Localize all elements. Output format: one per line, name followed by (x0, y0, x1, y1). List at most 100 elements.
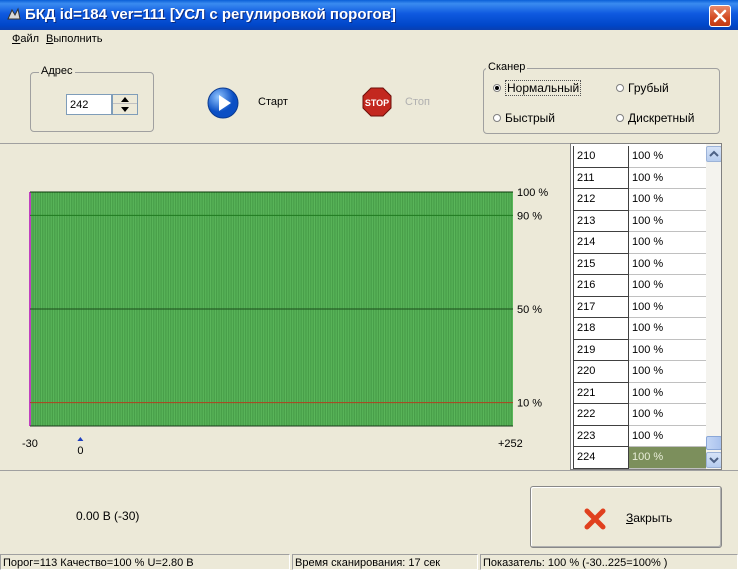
table-scrollbar[interactable] (706, 144, 721, 469)
table-cell-index: 210 (573, 146, 629, 168)
table-cell-value[interactable]: 100 % (629, 232, 709, 254)
svg-text:STOP: STOP (365, 98, 389, 108)
table-row[interactable]: 215 100 % (571, 253, 709, 275)
radio-coarse-label: Грубый (628, 81, 669, 95)
chart-y-tick-label: 10 % (517, 398, 542, 410)
status-indicator: Показатель: 100 % (-30..225=100% ) (480, 554, 738, 570)
table-row[interactable]: 212 100 % (571, 189, 709, 211)
table-row[interactable]: 218 100 % (571, 318, 709, 340)
chart-y-tick-label: 90 % (517, 210, 542, 222)
table-row[interactable]: 211 100 % (571, 167, 709, 189)
table-cell-index: 218 (573, 318, 629, 340)
close-button-label: Закрыть (626, 511, 673, 525)
table-cell-index: 219 (573, 339, 629, 361)
menu-file[interactable]: Файл (12, 33, 39, 45)
table-cell-value[interactable]: 100 % (629, 275, 709, 297)
table-cell-value[interactable]: 100 % (629, 404, 709, 426)
table-cell-index: 221 (573, 382, 629, 404)
table-row[interactable]: 213 100 % (571, 210, 709, 232)
table-row[interactable]: 217 100 % (571, 296, 709, 318)
table-cell-value[interactable]: 100 % (629, 425, 709, 447)
radio-normal-label: Нормальный (505, 80, 582, 96)
table-cell-value[interactable]: 100 % (629, 382, 709, 404)
window-close-button[interactable] (709, 5, 731, 27)
scrollbar-thumb[interactable] (706, 436, 721, 450)
status-scan-time: Время сканирования: 17 сек (292, 554, 478, 570)
table-row[interactable]: 216 100 % (571, 275, 709, 297)
radio-fast[interactable]: Быстрый (493, 110, 555, 126)
table-cell-value[interactable]: 100 % (629, 253, 709, 275)
table-cell-value[interactable]: 100 % (629, 146, 709, 168)
table-cell-index: 224 (573, 447, 629, 469)
table-cell-index: 216 (573, 275, 629, 297)
table-cell-value[interactable]: 100 % (629, 189, 709, 211)
radio-indicator (493, 84, 501, 92)
radio-fast-label: Быстрый (505, 111, 555, 125)
values-table[interactable]: 210 100 % 211 100 % 212 100 % 213 100 % 214 100 %… (570, 143, 722, 470)
radio-coarse[interactable]: Грубый (616, 80, 669, 96)
table-cell-index: 223 (573, 425, 629, 447)
chart-panel: 100 % 90 % 50 % 10 % -30 +252 0 (0, 143, 570, 470)
stop-icon[interactable]: STOP (361, 86, 393, 118)
table-cell-index: 213 (573, 210, 629, 232)
app-icon (7, 7, 21, 20)
spin-down-button[interactable] (113, 105, 137, 114)
arrow-up-icon (121, 97, 129, 102)
status-threshold: Порог=113 Качество=100 % U=2.80 В (0, 554, 290, 570)
table-cell-index: 222 (573, 404, 629, 426)
stop-button[interactable]: Стоп (405, 96, 430, 108)
address-group-label: Адрес (39, 65, 75, 77)
radio-discrete-label: Дискретный (628, 111, 695, 125)
table-cell-index: 214 (573, 232, 629, 254)
scroll-up-button[interactable] (706, 146, 721, 162)
play-icon[interactable] (207, 87, 239, 119)
table-row[interactable]: 221 100 % (571, 382, 709, 404)
chevron-down-icon (709, 457, 719, 464)
title-bar: БКД id=184 ver=111 [УСЛ с регулировкой п… (0, 0, 738, 30)
table-cell-index: 220 (573, 361, 629, 383)
table-cell-value[interactable]: 100 % (629, 447, 709, 469)
table-cell-value[interactable]: 100 % (629, 361, 709, 383)
table-cell-index: 212 (573, 189, 629, 211)
red-x-icon (584, 508, 606, 530)
table-cell-value[interactable]: 100 % (629, 167, 709, 189)
chart-x-min-label: -30 (22, 438, 38, 450)
radio-discrete[interactable]: Дискретный (616, 110, 694, 126)
close-icon (713, 9, 727, 23)
menu-bar: Файл Выполнить (0, 30, 738, 49)
address-spinner[interactable] (112, 94, 138, 115)
table-row[interactable]: 220 100 % (571, 361, 709, 383)
table-row[interactable]: 223 100 % (571, 425, 709, 447)
chart-y-tick-label: 50 % (517, 304, 542, 316)
window-title: БКД id=184 ver=111 [УСЛ с регулировкой п… (25, 6, 396, 23)
chart-y-tick-label: 100 % (517, 187, 548, 199)
status-bar: Порог=113 Качество=100 % U=2.80 В Время … (0, 552, 738, 570)
table-cell-value[interactable]: 100 % (629, 210, 709, 232)
arrow-down-icon (121, 107, 129, 112)
radio-indicator (493, 114, 501, 122)
table-row[interactable]: 224 100 % (571, 447, 709, 469)
start-button[interactable]: Старт (258, 96, 288, 108)
table-cell-index: 211 (573, 167, 629, 189)
menu-run[interactable]: Выполнить (46, 33, 103, 45)
address-input[interactable]: 242 (66, 94, 112, 115)
table-cell-value[interactable]: 100 % (629, 318, 709, 340)
table-cell-value[interactable]: 100 % (629, 339, 709, 361)
threshold-chart: 100 % 90 % 50 % 10 % -30 +252 0 (22, 187, 548, 457)
radio-indicator (616, 84, 624, 92)
radio-indicator (616, 114, 624, 122)
table-cell-value[interactable]: 100 % (629, 296, 709, 318)
table-row[interactable]: 210 100 % (571, 146, 709, 168)
radio-normal[interactable]: Нормальный (493, 80, 582, 96)
table-row[interactable]: 219 100 % (571, 339, 709, 361)
voltage-readout: 0.00 В (-30) (76, 509, 140, 523)
table-row[interactable]: 222 100 % (571, 404, 709, 426)
table-cell-index: 217 (573, 296, 629, 318)
spin-up-button[interactable] (113, 95, 137, 104)
chart-x-max-label: +252 (498, 438, 523, 450)
chevron-up-icon (709, 150, 719, 157)
table-row[interactable]: 214 100 % (571, 232, 709, 254)
scroll-down-button[interactable] (706, 452, 721, 468)
scanner-group-label: Сканер (486, 61, 528, 73)
close-button[interactable]: Закрыть (530, 486, 722, 548)
